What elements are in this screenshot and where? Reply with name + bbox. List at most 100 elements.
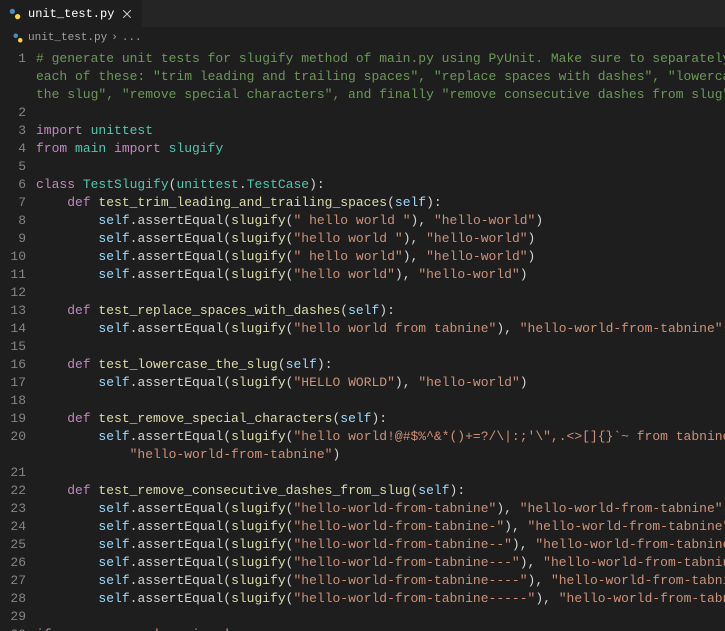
line-number: 25 <box>0 536 26 554</box>
indent <box>36 447 130 462</box>
str: "hello-world-from-tabnine" <box>130 447 333 462</box>
self: self <box>395 195 426 210</box>
code-content[interactable]: # generate unit tests for slugify method… <box>36 48 725 631</box>
self: self <box>98 429 129 444</box>
p: , <box>504 321 520 336</box>
p: , <box>520 537 536 552</box>
p: ) <box>332 447 340 462</box>
line-number-gutter: 1234567891011121314151617181920212223242… <box>0 48 36 631</box>
line-number: 20 <box>0 428 26 446</box>
fn: slugify <box>231 429 286 444</box>
breadcrumb-filename: unit_test.py <box>28 32 107 44</box>
str: "hello world" <box>293 267 394 282</box>
func-name: test_remove_special_characters <box>91 411 333 426</box>
class-name: TestCase <box>247 177 309 192</box>
str: '__main__' <box>153 627 231 631</box>
call: .assertEqual( <box>130 375 231 390</box>
code-comment: each of these: "trim leading and trailin… <box>36 69 725 84</box>
symbol: slugify <box>161 141 223 156</box>
p: ) <box>504 519 512 534</box>
p: ) <box>395 375 403 390</box>
str: "hello world " <box>293 231 402 246</box>
line-number: 4 <box>0 140 26 158</box>
str: "hello-world" <box>426 231 527 246</box>
str: "hello-world-from-tabnine" <box>293 501 496 516</box>
call: .assertEqual( <box>130 321 231 336</box>
p: ( <box>340 303 348 318</box>
code-comment: the slug", "remove special characters", … <box>36 87 725 102</box>
self: self <box>348 303 379 318</box>
str: "hello-world-from-tabnine-----" <box>293 591 535 606</box>
kw-def: def <box>67 411 90 426</box>
line-number <box>0 86 26 104</box>
p: , <box>512 519 528 534</box>
module: unittest <box>83 123 153 138</box>
str: "hello-world" <box>426 249 527 264</box>
fn: slugify <box>231 555 286 570</box>
class-name: TestSlugify <box>75 177 169 192</box>
p: , <box>528 555 544 570</box>
tab-filename: unit_test.py <box>28 7 114 21</box>
line-number: 12 <box>0 284 26 302</box>
line-number: 19 <box>0 410 26 428</box>
line-number: 17 <box>0 374 26 392</box>
str: " hello world " <box>293 213 410 228</box>
fn: slugify <box>231 501 286 516</box>
p: , <box>403 375 419 390</box>
self: self <box>98 501 129 516</box>
self: self <box>98 249 129 264</box>
self: self <box>98 537 129 552</box>
python-file-icon <box>12 32 24 44</box>
line-number: 15 <box>0 338 26 356</box>
line-number: 13 <box>0 302 26 320</box>
breadcrumb[interactable]: unit_test.py › ... <box>0 28 725 48</box>
fn: slugify <box>231 321 286 336</box>
call: .assertEqual( <box>130 591 231 606</box>
fn: slugify <box>231 249 286 264</box>
p: ) <box>520 375 528 390</box>
str: "hello-world-from-tabnine" <box>528 519 725 534</box>
p: ) <box>496 321 504 336</box>
p: , <box>543 591 559 606</box>
p: ) <box>496 501 504 516</box>
str: "hello-world-from-tabnine----" <box>293 573 527 588</box>
kw-class: class <box>36 177 75 192</box>
call: .assertEqual( <box>130 267 231 282</box>
kw-def: def <box>67 483 90 498</box>
str: "hello world!@#$%^&*()+=?/\|:;'\",.<>[]{… <box>293 429 725 444</box>
p: ): <box>317 357 333 372</box>
fn: slugify <box>231 375 286 390</box>
module: unittest <box>176 177 238 192</box>
line-number: 18 <box>0 392 26 410</box>
str: "hello-world" <box>418 267 519 282</box>
line-number: 26 <box>0 554 26 572</box>
str: "hello world from tabnine" <box>293 321 496 336</box>
line-number <box>0 446 26 464</box>
str: "hello-world-from-tabnine-" <box>293 519 504 534</box>
line-number: 24 <box>0 518 26 536</box>
str: "hello-world" <box>434 213 535 228</box>
line-number: 28 <box>0 590 26 608</box>
dunder-name: __name__ <box>52 627 130 631</box>
str: "hello-world-from-tabnine" <box>520 501 723 516</box>
breadcrumb-more: ... <box>122 32 142 44</box>
kw-import: import <box>114 141 161 156</box>
call: .assertEqual( <box>130 573 231 588</box>
line-number: 21 <box>0 464 26 482</box>
self: self <box>98 519 129 534</box>
self: self <box>418 483 449 498</box>
fn: slugify <box>231 573 286 588</box>
self: self <box>98 375 129 390</box>
str: "hello-world-from-tabnine--" <box>293 537 511 552</box>
p: ): <box>426 195 442 210</box>
line-number: 5 <box>0 158 26 176</box>
close-icon[interactable] <box>120 7 134 21</box>
self: self <box>98 555 129 570</box>
call: .assertEqual( <box>130 555 231 570</box>
call: .assertEqual( <box>130 429 231 444</box>
tab-unit-test[interactable]: unit_test.py <box>0 0 143 27</box>
p: ) <box>528 231 536 246</box>
self: self <box>286 357 317 372</box>
line-number: 10 <box>0 248 26 266</box>
str: " hello world" <box>293 249 402 264</box>
